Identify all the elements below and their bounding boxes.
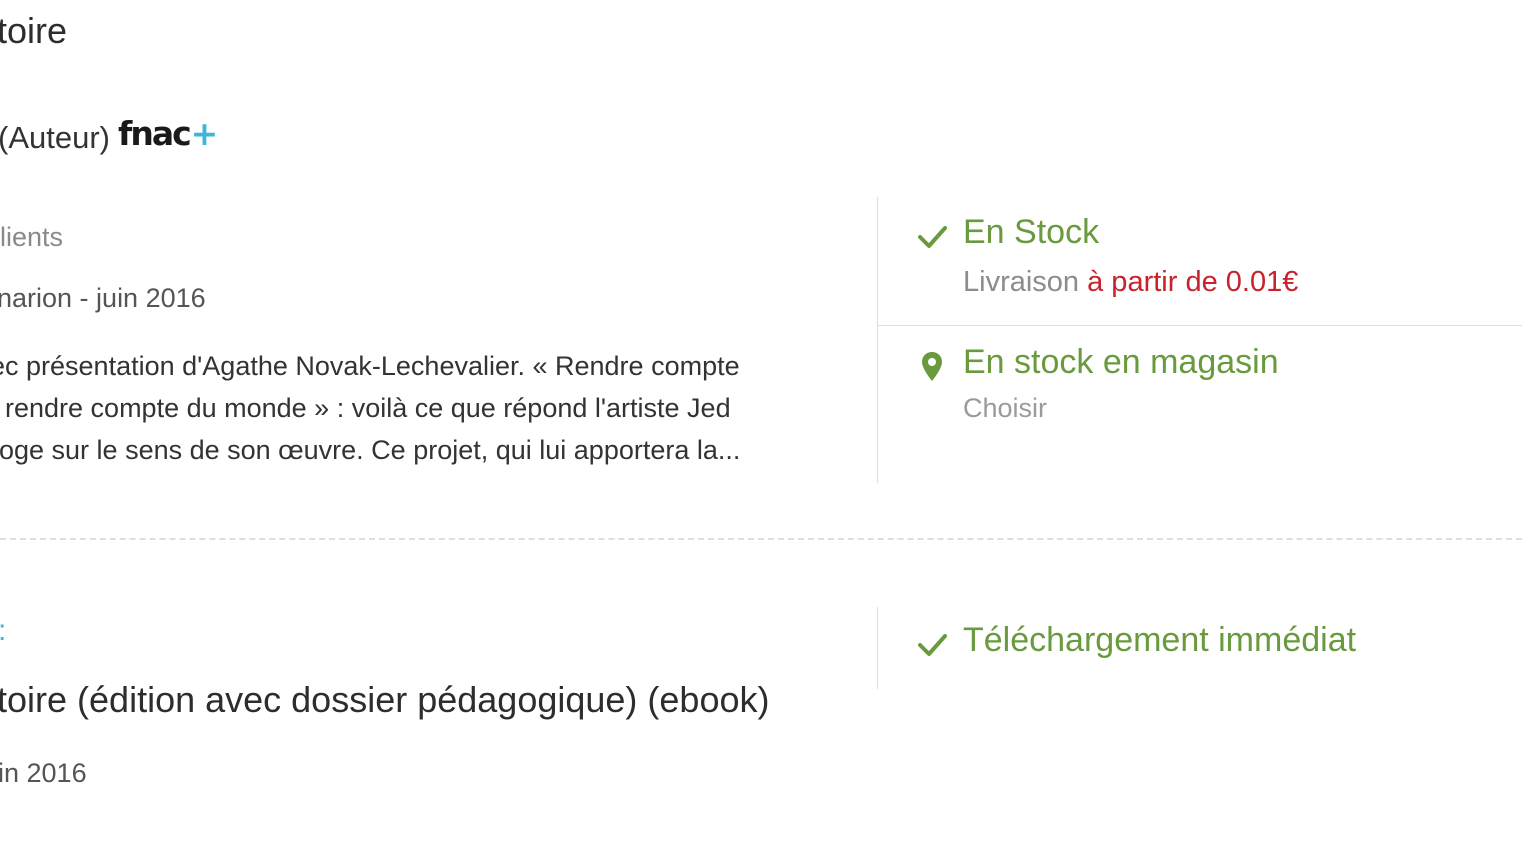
product-description: ec présentation d'Agathe Novak-Lechevali… (0, 345, 830, 471)
instant-download-status: Téléchargement immédiat (963, 621, 1357, 659)
in-stock-status: En Stock (963, 213, 1100, 251)
customer-reviews-link[interactable]: lients (0, 222, 63, 253)
description-line: roge sur le sens de son œuvre. Ce projet… (0, 435, 741, 465)
author-row: (Auteur) fnac+ (0, 114, 218, 157)
store-stock-status[interactable]: En stock en magasin (963, 343, 1279, 382)
description-line: ec présentation d'Agathe Novak-Lechevali… (0, 351, 740, 381)
delivery-info: Livraison à partir de 0.01€ (963, 266, 1299, 298)
ebook-title[interactable]: toire (édition avec dossier pédagogique)… (0, 679, 769, 721)
column-divider (877, 197, 878, 483)
fnac-plus-logo: fnac+ (117, 114, 218, 153)
map-pin-icon (922, 352, 942, 381)
ebook-date: in 2016 (0, 758, 87, 788)
checkmark-icon (918, 226, 947, 248)
publication-info: narion - juin 2016 (0, 283, 206, 313)
format-label: : (0, 614, 6, 648)
section-separator (0, 538, 1522, 540)
description-line: t rendre compte du monde » : voilà ce qu… (0, 393, 731, 423)
author-label[interactable]: (Auteur) (0, 120, 110, 156)
checkmark-icon (918, 634, 947, 656)
column-divider (877, 607, 878, 689)
choose-store-link[interactable]: Choisir (963, 393, 1047, 424)
product-title[interactable]: toire (0, 10, 67, 52)
availability-divider (878, 325, 1522, 326)
delivery-price[interactable]: à partir de 0.01€ (1087, 266, 1298, 298)
